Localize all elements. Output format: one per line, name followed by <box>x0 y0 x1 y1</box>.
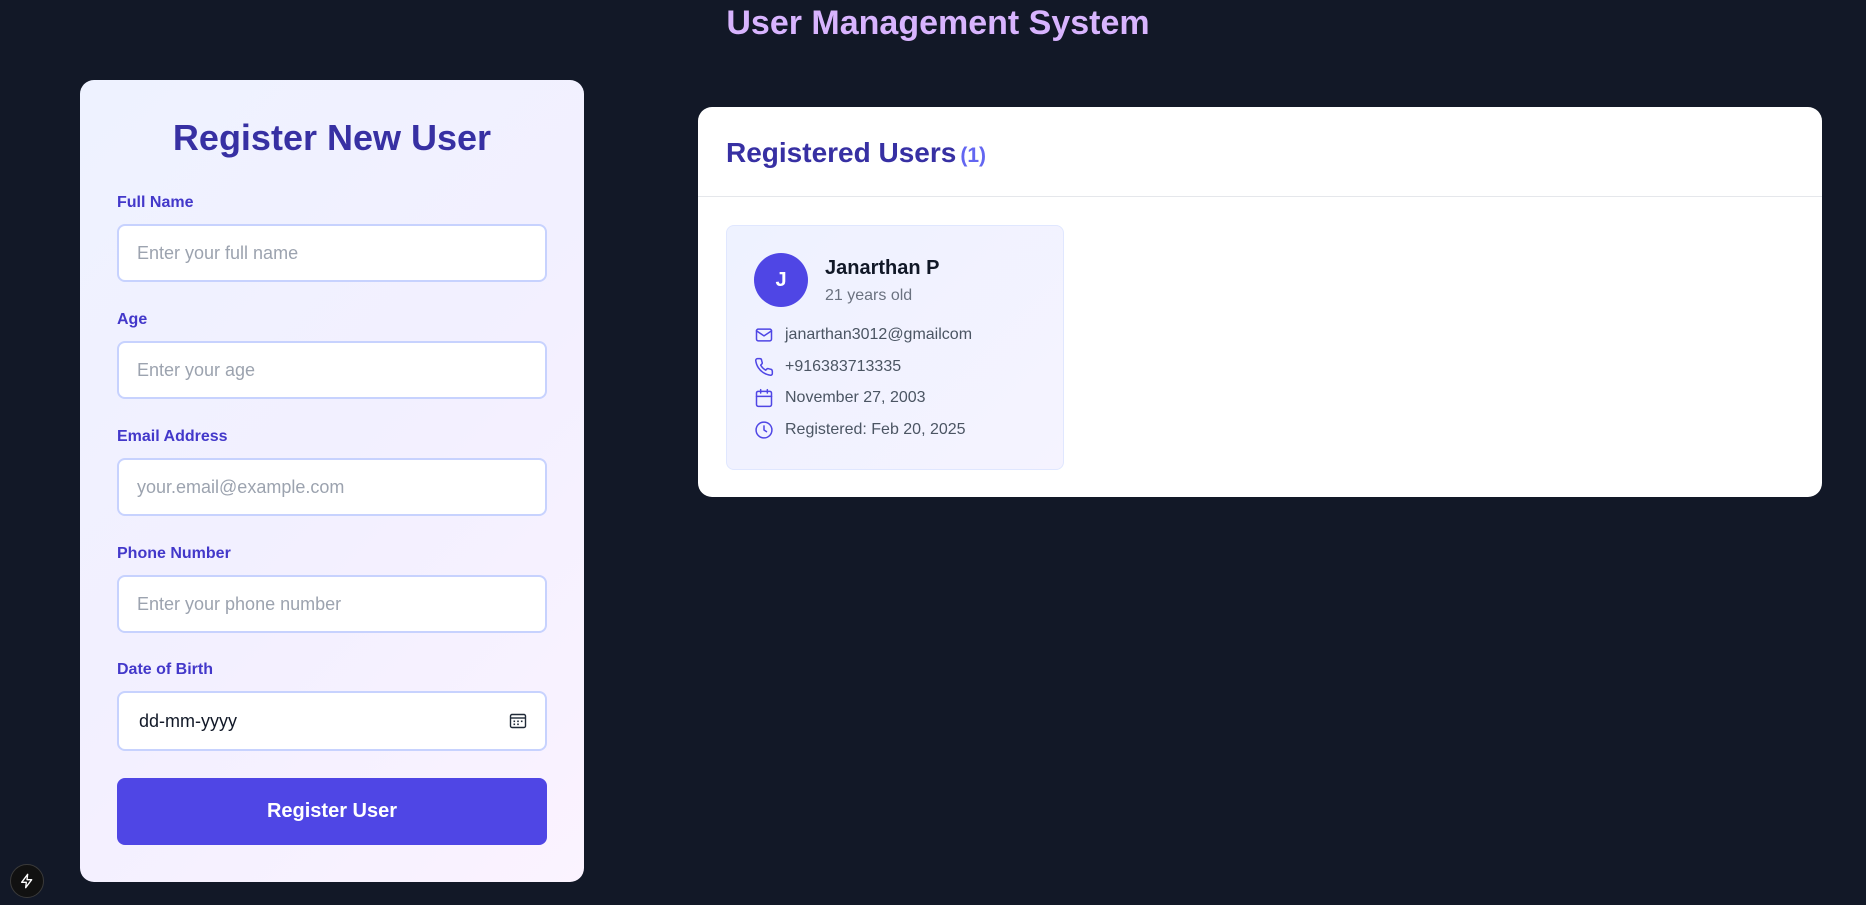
user-dob: November 27, 2003 <box>785 389 926 406</box>
email-label: Email Address <box>117 428 228 445</box>
calendar-picker-icon[interactable] <box>509 712 527 730</box>
avatar: J <box>754 253 808 307</box>
registered-users-title-text: Registered Users <box>726 137 957 168</box>
calendar-icon <box>754 388 774 408</box>
phone-label: Phone Number <box>117 545 231 562</box>
user-age: 21 years old <box>825 287 913 304</box>
registered-users-count: (1) <box>960 144 987 167</box>
registered-users-panel: Registered Users (1) J Janarthan P 21 yea… <box>698 107 1822 497</box>
dob-input-value: dd-mm-yyyy <box>139 710 237 731</box>
register-form-title: Register New User <box>172 117 492 158</box>
app-title: User Management System <box>726 4 1150 42</box>
full-name-input[interactable] <box>117 224 547 282</box>
age-input[interactable] <box>117 341 547 399</box>
mail-icon <box>754 325 774 345</box>
phone-icon <box>754 357 774 377</box>
phone-input[interactable] <box>117 575 547 633</box>
user-registered-row: Registered: Feb 20, 2025 <box>754 419 966 441</box>
registered-users-title: Registered Users (1) <box>726 135 986 174</box>
user-email: janarthan3012@gmailcom <box>785 326 973 343</box>
email-input[interactable] <box>117 458 547 516</box>
user-dob-row: November 27, 2003 <box>754 387 926 409</box>
register-form-card: Register New User Full Name Age Email Ad… <box>80 80 584 882</box>
user-card: J Janarthan P 21 years old janarthan3012… <box>726 225 1064 470</box>
user-phone-row: +916383713335 <box>754 356 901 378</box>
register-user-button[interactable]: Register User <box>117 778 547 845</box>
user-email-row: janarthan3012@gmailcom <box>754 324 972 346</box>
dob-input[interactable]: dd-mm-yyyy <box>117 691 547 751</box>
lightning-bolt-icon[interactable] <box>10 864 44 898</box>
registered-users-header: Registered Users (1) <box>698 107 1822 197</box>
full-name-label: Full Name <box>117 194 194 211</box>
clock-icon <box>754 420 774 440</box>
user-registered: Registered: Feb 20, 2025 <box>785 421 966 438</box>
user-name: Janarthan P <box>825 257 940 279</box>
dob-label: Date of Birth <box>117 661 213 678</box>
age-label: Age <box>117 311 148 328</box>
user-phone: +916383713335 <box>785 358 902 375</box>
